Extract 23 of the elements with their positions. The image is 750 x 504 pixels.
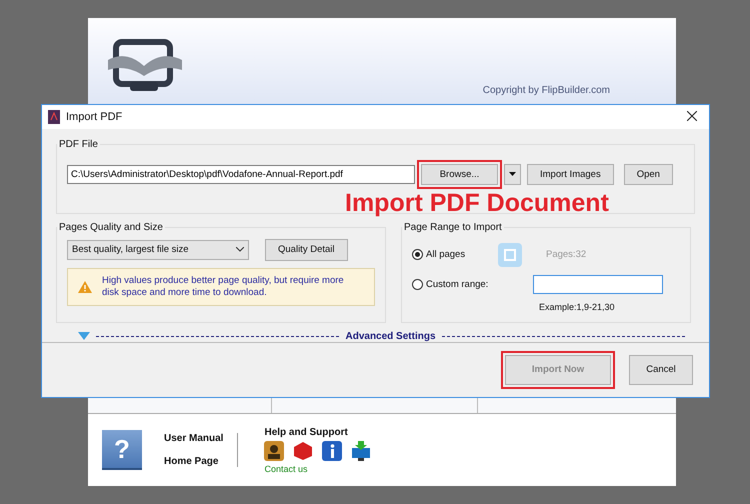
contact-link[interactable]: Contact us [264, 464, 372, 474]
advanced-settings-label[interactable]: Advanced Settings [345, 330, 436, 342]
quality-dropdown[interactable]: Best quality, largest file size [67, 240, 249, 260]
file-button[interactable]: Browse... [421, 164, 498, 185]
help-title: Help and Support [264, 426, 349, 438]
dialog-button[interactable]: Cancel [629, 354, 693, 385]
group-label: Pages Quality and Size [58, 222, 164, 233]
footer-link[interactable]: User Manual [164, 433, 224, 444]
radio-option[interactable]: All pages [412, 249, 496, 260]
radio-option[interactable]: Custom range: [412, 278, 496, 290]
annotation-text: Import PDF Document [345, 189, 609, 218]
copyright-text: Copyright by FlipBuilder.com [482, 85, 610, 96]
example-text: Example:1,9-21,30 [539, 302, 616, 312]
window-title: Import PDF [66, 110, 124, 123]
file-path-field[interactable]: C:\Users\Administrator\Desktop\pdf\Vodafone-Annual-Report.pdf [67, 164, 415, 184]
group-label: PDF File [58, 138, 99, 150]
quality-detail-button[interactable]: Quality Detail [265, 238, 348, 261]
page-count: Pages:32 [546, 249, 586, 260]
file-button[interactable]: Import Images [527, 164, 614, 185]
warning-text: High values produce better page quality, but require more disk space and more time to download. [102, 274, 345, 299]
group-label: Page Range to Import [403, 222, 503, 233]
footer-link[interactable]: Home Page [164, 456, 224, 467]
file-button[interactable]: Open [624, 164, 673, 185]
